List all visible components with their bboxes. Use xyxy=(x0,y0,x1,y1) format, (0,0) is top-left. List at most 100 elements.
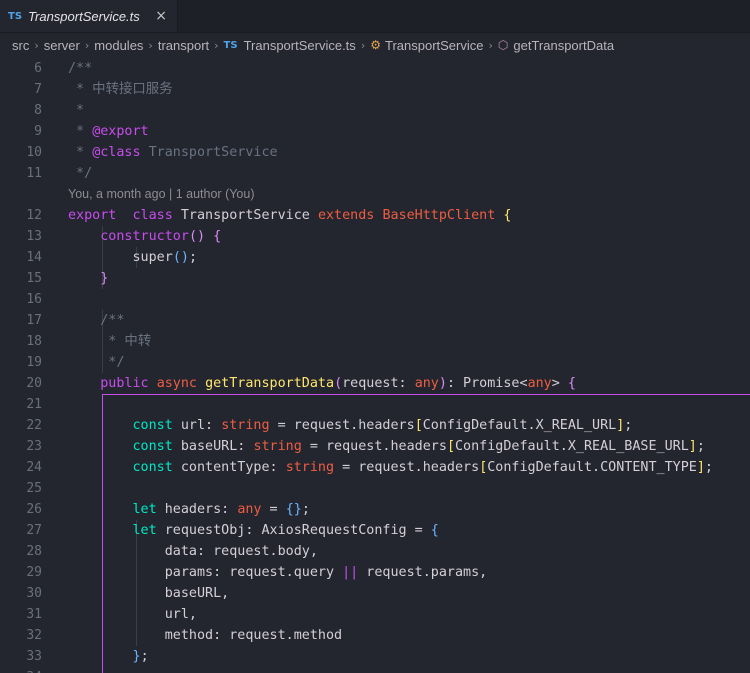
breadcrumb-item-transport[interactable]: transport xyxy=(158,38,209,53)
line-number: 19 xyxy=(26,355,42,370)
breadcrumb-method-label: getTransportData xyxy=(513,37,615,53)
code-token: request: xyxy=(342,376,415,391)
code-token: extends xyxy=(317,208,375,223)
code-token: class xyxy=(132,208,173,223)
code-line[interactable]: 19 */ xyxy=(0,352,750,373)
code-line[interactable]: 22 const url: string = request.headers[C… xyxy=(0,415,750,436)
code-line[interactable]: 14 super(); xyxy=(0,247,750,268)
code-line[interactable]: 12 export class TransportService extends … xyxy=(0,205,750,226)
breadcrumb-file-label: TransportService.ts xyxy=(243,37,356,53)
line-number: 23 xyxy=(26,439,42,454)
breadcrumb-item-src[interactable]: src xyxy=(12,38,29,53)
code-token: {} xyxy=(285,502,302,517)
breadcrumb-item-file[interactable]: TS TransportService.ts xyxy=(224,38,356,53)
code-line[interactable]: 16 xyxy=(0,289,750,310)
git-blame-codelens[interactable]: You, a month ago | 1 author (You) xyxy=(68,184,255,205)
code-text: url, xyxy=(68,604,197,625)
code-line[interactable]: 15 } xyxy=(0,268,750,289)
chevron-right-icon: › xyxy=(488,38,493,52)
code-line[interactable]: 27 let requestObj: AxiosRequestConfig = … xyxy=(0,520,750,541)
code-text: params: request.query || request.params, xyxy=(68,562,488,583)
code-text: * xyxy=(68,100,84,121)
code-editor[interactable]: You, a month ago | 1 author (You) 6 /** 7 … xyxy=(0,58,750,673)
breadcrumb-class-label: TransportService xyxy=(384,37,484,53)
code-token: url: xyxy=(172,418,222,433)
code-token: = request.headers xyxy=(301,439,447,454)
code-line[interactable]: 11 */ xyxy=(0,163,750,184)
code-line[interactable]: 33 }; xyxy=(0,646,750,667)
code-token: string xyxy=(285,460,335,475)
line-number: 24 xyxy=(26,460,42,475)
code-token: ; xyxy=(188,250,197,265)
code-token: * 中转 xyxy=(68,334,152,349)
line-number: 11 xyxy=(26,166,42,181)
code-line[interactable]: 8 * xyxy=(0,100,750,121)
breadcrumb-item-class[interactable]: ⚙ TransportService xyxy=(370,38,483,53)
code-token: ] xyxy=(696,460,705,475)
code-token: [ xyxy=(414,418,423,433)
code-line[interactable]: 24 const contentType: string = request.h… xyxy=(0,457,750,478)
typescript-file-icon: TS xyxy=(223,39,238,51)
line-number: 25 xyxy=(26,481,42,496)
line-number: 31 xyxy=(26,607,42,622)
code-line[interactable]: 20 public async getTransportData(request… xyxy=(0,373,750,394)
code-line[interactable]: 34 xyxy=(0,667,750,673)
code-line[interactable]: 7 * 中转接口服务 xyxy=(0,79,750,100)
line-number: 14 xyxy=(26,250,42,265)
line-number: 12 xyxy=(26,208,42,223)
code-line[interactable]: 18 * 中转 xyxy=(0,331,750,352)
code-line[interactable]: 26 let headers: any = {}; xyxy=(0,499,750,520)
code-token: requestObj: AxiosRequestConfig = xyxy=(156,523,431,538)
code-token: params: request.query xyxy=(68,565,343,580)
code-token: [ xyxy=(446,439,455,454)
line-number: 30 xyxy=(26,586,42,601)
code-line[interactable]: 9 * @export xyxy=(0,121,750,142)
code-line[interactable]: 28 data: request.body, xyxy=(0,541,750,562)
code-line[interactable]: 31 url, xyxy=(0,604,750,625)
breadcrumb-item-modules[interactable]: modules xyxy=(94,38,143,53)
code-token: string xyxy=(221,418,270,433)
code-text: public async getTransportData(request: a… xyxy=(68,373,576,394)
code-line[interactable]: 25 xyxy=(0,478,750,499)
chevron-right-icon: › xyxy=(360,38,366,52)
code-token: method: request.method xyxy=(68,628,343,643)
code-line[interactable]: 29 params: request.query || request.para… xyxy=(0,562,750,583)
breadcrumb-item-server[interactable]: server xyxy=(44,38,80,53)
code-text: let requestObj: AxiosRequestConfig = { xyxy=(68,520,439,541)
code-line[interactable]: 6 /** xyxy=(0,58,750,79)
class-symbol-icon: ⚙ xyxy=(370,38,381,52)
code-text: * @class TransportService xyxy=(68,142,278,163)
code-line[interactable]: 32 method: request.method xyxy=(0,625,750,646)
code-token: || xyxy=(342,565,359,580)
code-token: data: request.body, xyxy=(68,544,318,559)
code-token: * xyxy=(68,124,93,139)
code-token: constructor xyxy=(100,229,189,244)
code-line[interactable]: 10 * @class TransportService xyxy=(0,142,750,163)
code-token: let xyxy=(132,502,157,517)
code-text: }; xyxy=(68,646,149,667)
code-token: export xyxy=(68,208,117,223)
code-line[interactable]: 23 const baseURL: string = request.heade… xyxy=(0,436,750,457)
breadcrumb-item-method[interactable]: ⬡ getTransportData xyxy=(498,38,614,53)
code-line[interactable]: 17 /** xyxy=(0,310,750,331)
code-token: * xyxy=(68,145,93,160)
code-token: () xyxy=(188,229,206,244)
tab-transport-service[interactable]: TS TransportService.ts × xyxy=(0,0,178,32)
close-icon[interactable]: × xyxy=(155,8,167,24)
code-line[interactable]: 21 xyxy=(0,394,750,415)
code-text: /** xyxy=(68,58,92,79)
code-token: const xyxy=(132,460,173,475)
code-text: * @export xyxy=(68,121,149,142)
code-line[interactable]: 13 constructor() { xyxy=(0,226,750,247)
code-token: baseURL, xyxy=(68,586,230,601)
code-token: const xyxy=(132,439,173,454)
code-line[interactable]: 30 baseURL, xyxy=(0,583,750,604)
code-token: getTransportData xyxy=(205,376,335,391)
